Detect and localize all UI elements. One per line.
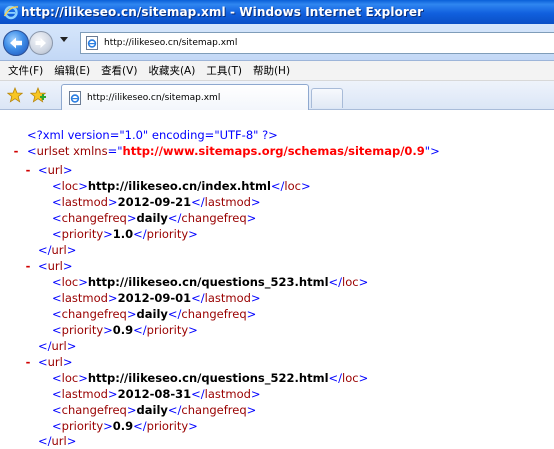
changefreq-value: daily xyxy=(136,211,168,225)
tag-name: lastmod xyxy=(61,291,108,305)
tag-name: url xyxy=(51,434,67,448)
tag-name: changefreq xyxy=(181,211,247,225)
loc-value: http://ilikeseo.cn/index.html xyxy=(87,179,271,193)
ie-page-icon xyxy=(86,36,98,50)
priority-line: <priority>1.0</priority> xyxy=(52,227,198,241)
changefreq-line: <changefreq>daily</changefreq> xyxy=(52,403,257,417)
priority-line: <priority>0.9</priority> xyxy=(52,419,198,433)
tag-name: loc xyxy=(342,275,359,289)
tag-name: priority xyxy=(146,323,189,337)
add-to-favorites-icon[interactable] xyxy=(30,87,47,103)
collapse-toggle[interactable]: - xyxy=(23,354,33,370)
tag-name: lastmod xyxy=(204,291,251,305)
tag-name: priority xyxy=(61,323,104,337)
tag-name: url xyxy=(47,163,63,177)
tag-name: urlset xyxy=(36,144,70,158)
priority-value: 1.0 xyxy=(112,227,134,241)
menu-bar: 文件(F) 编辑(E) 查看(V) 收藏夹(A) 工具(T) 帮助(H) xyxy=(0,61,554,81)
menu-favorites[interactable]: 收藏夹(A) xyxy=(148,63,195,78)
tab-bar: http://ilikeseo.cn/sitemap.xml xyxy=(0,81,554,110)
tag-name: url xyxy=(47,355,63,369)
url-close: </url> xyxy=(38,243,77,257)
collapse-toggle[interactable]: - xyxy=(23,162,33,178)
loc-value: http://ilikeseo.cn/questions_523.html xyxy=(87,275,329,289)
recent-pages-dropdown-icon[interactable] xyxy=(60,37,68,42)
window-title: http://ilikeseo.cn/sitemap.xml - Windows… xyxy=(21,5,424,19)
tag-name: priority xyxy=(146,227,189,241)
loc-value: http://ilikeseo.cn/questions_522.html xyxy=(87,371,329,385)
tab-title: http://ilikeseo.cn/sitemap.xml xyxy=(87,92,221,103)
xml-document: <?xml version="1.0" encoding="UTF-8" ?> … xyxy=(0,110,554,449)
tag-name: changefreq xyxy=(61,403,127,417)
tag-name: changefreq xyxy=(61,211,127,225)
loc-line: <loc>http://ilikeseo.cn/index.html</loc> xyxy=(52,179,311,193)
attr-name: xmlns xyxy=(73,144,108,158)
tag-name: changefreq xyxy=(61,307,127,321)
tag-name: loc xyxy=(284,179,301,193)
urlset-tag: <urlset xmlns="http://www.sitemaps.org/s… xyxy=(27,144,440,158)
priority-value: 0.9 xyxy=(112,419,134,433)
url-close: </url> xyxy=(38,339,77,353)
collapse-toggle[interactable]: - xyxy=(11,143,21,159)
menu-edit[interactable]: 编辑(E) xyxy=(54,63,90,78)
url-close: </url> xyxy=(38,434,77,448)
menu-tools[interactable]: 工具(T) xyxy=(206,63,242,78)
address-url: http://ilikeseo.cn/sitemap.xml xyxy=(104,38,238,48)
favorites-star-icon[interactable] xyxy=(7,87,23,103)
menu-file[interactable]: 文件(F) xyxy=(8,63,43,78)
tag-name: lastmod xyxy=(204,387,251,401)
address-input[interactable]: http://ilikeseo.cn/sitemap.xml xyxy=(80,32,554,54)
lastmod-line: <lastmod>2012-09-01</lastmod> xyxy=(52,291,261,305)
back-arrow-icon xyxy=(10,37,22,49)
lastmod-value: 2012-09-21 xyxy=(117,195,192,209)
tag-name: loc xyxy=(342,371,359,385)
priority-line: <priority>0.9</priority> xyxy=(52,323,198,337)
tag-name: changefreq xyxy=(181,403,247,417)
tag-name: lastmod xyxy=(61,387,108,401)
tab-active[interactable]: http://ilikeseo.cn/sitemap.xml xyxy=(61,84,309,110)
loc-line: <loc>http://ilikeseo.cn/questions_522.ht… xyxy=(52,371,369,385)
loc-line: <loc>http://ilikeseo.cn/questions_523.ht… xyxy=(52,275,369,289)
collapse-toggle[interactable]: - xyxy=(23,258,33,274)
lastmod-line: <lastmod>2012-08-31</lastmod> xyxy=(52,387,261,401)
ie-logo-icon xyxy=(3,5,19,20)
tag-name: changefreq xyxy=(181,307,247,321)
ie-page-icon xyxy=(69,90,81,105)
changefreq-line: <changefreq>daily</changefreq> xyxy=(52,307,257,321)
new-tab-button[interactable] xyxy=(311,88,343,108)
lastmod-value: 2012-08-31 xyxy=(117,387,192,401)
tag-name: url xyxy=(51,339,67,353)
menu-view[interactable]: 查看(V) xyxy=(101,63,137,78)
priority-value: 0.9 xyxy=(112,323,134,337)
xml-declaration: <?xml version="1.0" encoding="UTF-8" ?> xyxy=(27,127,278,143)
lastmod-value: 2012-09-01 xyxy=(117,291,192,305)
tag-name: priority xyxy=(146,419,189,433)
tag-name: loc xyxy=(61,275,79,289)
attr-value: http://www.sitemaps.org/schemas/sitemap/… xyxy=(122,144,425,158)
tag-name: loc xyxy=(61,179,79,193)
tag-name: lastmod xyxy=(61,195,108,209)
tag-name: lastmod xyxy=(204,195,251,209)
menu-help[interactable]: 帮助(H) xyxy=(253,63,290,78)
title-bar[interactable]: http://ilikeseo.cn/sitemap.xml - Windows… xyxy=(0,0,554,24)
forward-button[interactable] xyxy=(29,31,53,55)
navigation-bar: http://ilikeseo.cn/sitemap.xml xyxy=(0,24,554,61)
tag-name: priority xyxy=(61,227,104,241)
changefreq-value: daily xyxy=(136,403,168,417)
tag-name: loc xyxy=(61,371,79,385)
changefreq-line: <changefreq>daily</changefreq> xyxy=(52,211,257,225)
changefreq-value: daily xyxy=(136,307,168,321)
forward-arrow-icon xyxy=(35,38,46,48)
back-button[interactable] xyxy=(3,30,29,56)
xml-declaration-text: <?xml version="1.0" encoding="UTF-8" ?> xyxy=(27,128,278,142)
tag-name: priority xyxy=(61,419,104,433)
tag-name: url xyxy=(51,243,67,257)
tag-name: url xyxy=(47,259,63,273)
lastmod-line: <lastmod>2012-09-21</lastmod> xyxy=(52,195,261,209)
